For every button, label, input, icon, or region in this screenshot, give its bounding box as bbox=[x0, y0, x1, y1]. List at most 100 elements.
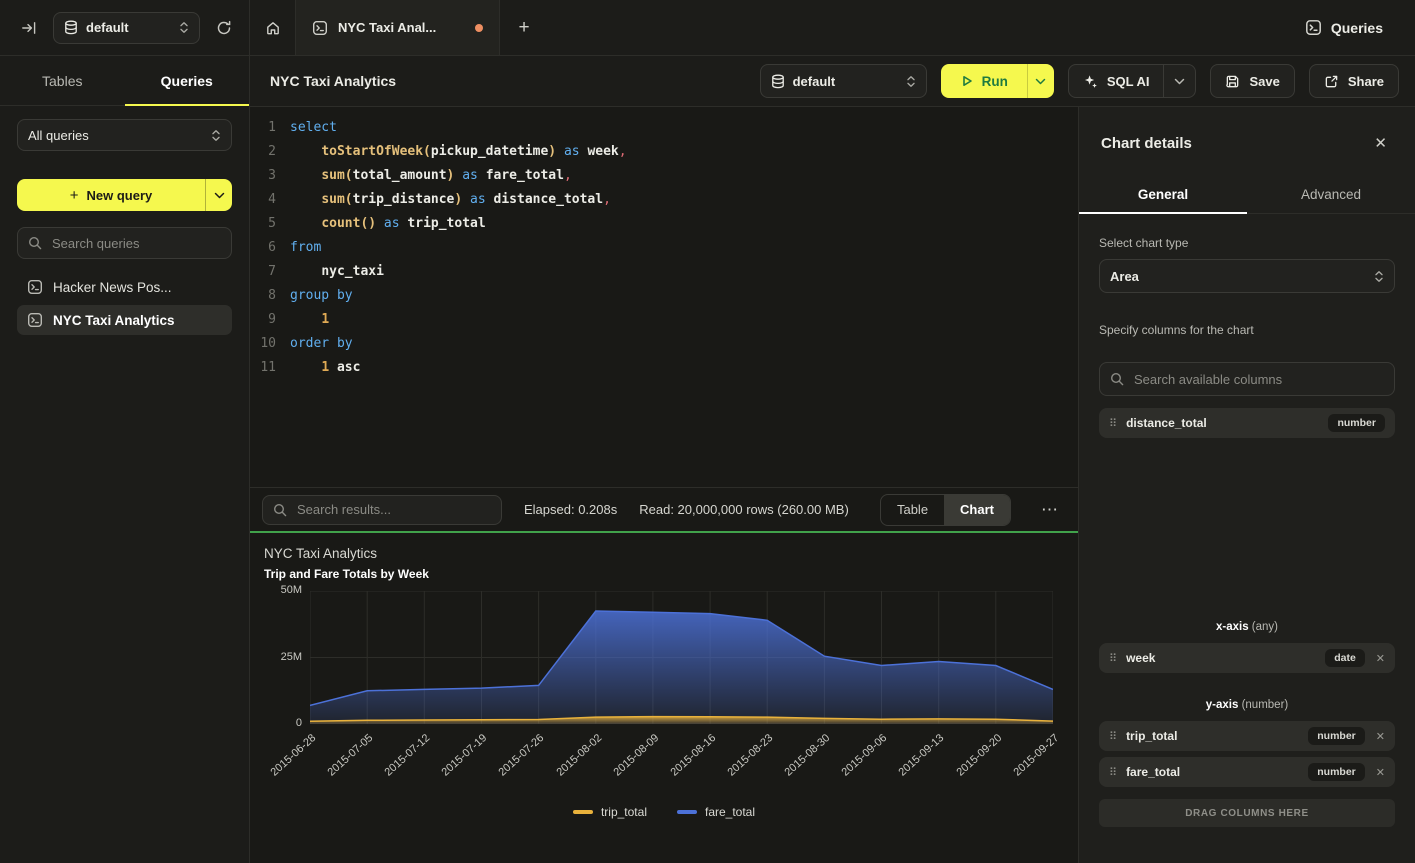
queries-icon bbox=[1305, 19, 1322, 36]
view-toggle-table[interactable]: Table bbox=[881, 495, 944, 525]
y-axis-label: y-axis (number) bbox=[1099, 699, 1395, 711]
topbar-database-selector[interactable]: default bbox=[53, 12, 200, 44]
results-search bbox=[262, 495, 502, 525]
results-search-input[interactable] bbox=[295, 501, 491, 518]
x-tick-label: 2015-08-02 bbox=[554, 732, 604, 779]
line-number: 7 bbox=[250, 260, 276, 284]
line-number: 4 bbox=[250, 188, 276, 212]
column-type-badge: date bbox=[1325, 649, 1365, 667]
sql-ai-dropdown-icon[interactable] bbox=[1163, 65, 1185, 97]
chart-type-select[interactable]: Area bbox=[1099, 259, 1395, 293]
sidebar-body: All queries + New query bbox=[0, 106, 249, 348]
home-tab[interactable] bbox=[250, 0, 296, 55]
legend-label: trip_total bbox=[601, 805, 647, 819]
x-tick-label: 2015-06-28 bbox=[268, 732, 318, 779]
refresh-icon[interactable] bbox=[213, 17, 235, 39]
query-item-label: NYC Taxi Analytics bbox=[53, 313, 175, 328]
share-button[interactable]: Share bbox=[1309, 64, 1399, 98]
tab-general[interactable]: General bbox=[1079, 175, 1247, 213]
line-number: 5 bbox=[250, 212, 276, 236]
new-query-split-button: + New query bbox=[17, 179, 232, 211]
column-chip-distance_total[interactable]: ⠿distance_totalnumber bbox=[1099, 408, 1395, 438]
run-button[interactable]: Run bbox=[941, 64, 1027, 98]
new-tab-button[interactable]: + bbox=[500, 0, 548, 55]
legend-label: fare_total bbox=[705, 805, 755, 819]
remove-column-icon[interactable]: ✕ bbox=[1376, 766, 1385, 779]
code-line: sum(total_amount) as fare_total, bbox=[290, 164, 1078, 188]
sidebar-tab-tables[interactable]: Tables bbox=[0, 56, 125, 105]
code-line: 1 bbox=[290, 308, 1078, 332]
x-tick-label: 2015-07-26 bbox=[497, 732, 547, 779]
x-tick-label: 2015-09-13 bbox=[897, 732, 947, 779]
search-icon bbox=[1110, 372, 1124, 386]
legend-item[interactable]: fare_total bbox=[677, 805, 755, 819]
code-line: toStartOfWeek(pickup_datetime) as week, bbox=[290, 140, 1078, 164]
chart-title: NYC Taxi Analytics bbox=[264, 546, 377, 561]
drag-handle-icon[interactable]: ⠿ bbox=[1109, 766, 1117, 779]
active-query-tab[interactable]: NYC Taxi Anal... bbox=[296, 0, 500, 55]
remove-column-icon[interactable]: ✕ bbox=[1376, 652, 1385, 665]
sql-ai-button[interactable]: SQL AI bbox=[1068, 64, 1197, 98]
query-list-item[interactable]: Hacker News Pos... bbox=[17, 272, 232, 302]
query-filter-select[interactable]: All queries bbox=[17, 119, 232, 151]
drag-handle-icon[interactable]: ⠿ bbox=[1109, 730, 1117, 743]
line-number: 8 bbox=[250, 284, 276, 308]
topbar-right: Queries bbox=[1273, 0, 1415, 55]
code-line: count() as trip_total bbox=[290, 212, 1078, 236]
run-dropdown[interactable] bbox=[1027, 64, 1054, 98]
close-icon[interactable]: ✕ bbox=[1368, 133, 1393, 153]
share-icon bbox=[1324, 74, 1339, 89]
sidebar-tabs: Tables Queries bbox=[0, 56, 249, 106]
drop-zone[interactable]: DRAG COLUMNS HERE bbox=[1099, 799, 1395, 827]
drag-handle-icon[interactable]: ⠿ bbox=[1109, 652, 1117, 665]
x-tick-label: 2015-08-09 bbox=[611, 732, 661, 779]
save-button[interactable]: Save bbox=[1210, 64, 1294, 98]
query-item-label: Hacker News Pos... bbox=[53, 280, 172, 295]
database-icon bbox=[64, 20, 78, 35]
y-axis-columns: ⠿trip_totalnumber✕⠿fare_totalnumber✕ bbox=[1099, 721, 1395, 787]
code-line: sum(trip_distance) as distance_total, bbox=[290, 188, 1078, 212]
line-number: 2 bbox=[250, 140, 276, 164]
new-query-button[interactable]: + New query bbox=[17, 179, 205, 211]
drag-handle-icon[interactable]: ⠿ bbox=[1109, 417, 1117, 430]
editor-code[interactable]: select toStartOfWeek(pickup_datetime) as… bbox=[290, 116, 1078, 487]
column-type-badge: number bbox=[1328, 414, 1385, 432]
legend-item[interactable]: trip_total bbox=[573, 805, 647, 819]
chart-details-panel: Chart details ✕ General Advanced Select … bbox=[1078, 107, 1415, 863]
collapse-sidebar-icon[interactable] bbox=[18, 17, 40, 39]
x-axis-group: x-axis (any) ⠿weekdate✕ bbox=[1099, 621, 1395, 673]
panel-tabs: General Advanced bbox=[1079, 175, 1415, 214]
chart-xaxis: 2015-06-282015-07-052015-07-122015-07-19… bbox=[310, 730, 1053, 808]
x-tick-label: 2015-09-06 bbox=[840, 732, 890, 779]
column-chip-fare_total[interactable]: ⠿fare_totalnumber✕ bbox=[1099, 757, 1395, 787]
chevrons-updown-icon bbox=[1374, 270, 1384, 283]
line-number: 1 bbox=[250, 116, 276, 140]
columns-search-input[interactable] bbox=[1132, 371, 1384, 388]
more-options-icon[interactable]: ⋯ bbox=[1033, 500, 1066, 520]
code-line: select bbox=[290, 116, 1078, 140]
sidebar-tab-queries[interactable]: Queries bbox=[125, 56, 250, 105]
main: NYC Taxi Analytics default Ru bbox=[250, 56, 1415, 863]
code-line: order by bbox=[290, 332, 1078, 356]
view-toggle: Table Chart bbox=[880, 494, 1011, 526]
column-name: fare_total bbox=[1126, 765, 1180, 779]
available-columns: ⠿distance_totalnumber bbox=[1099, 408, 1395, 438]
column-chip-trip_total[interactable]: ⠿trip_totalnumber✕ bbox=[1099, 721, 1395, 751]
content: 1234567891011 select toStartOfWeek(picku… bbox=[250, 107, 1415, 863]
tab-advanced[interactable]: Advanced bbox=[1247, 175, 1415, 213]
sparkles-icon bbox=[1083, 74, 1098, 89]
new-query-dropdown[interactable] bbox=[205, 179, 232, 211]
queries-button[interactable]: Queries bbox=[1299, 18, 1389, 37]
header-database-selector[interactable]: default bbox=[760, 64, 927, 98]
y-tick-label: 50M bbox=[254, 584, 302, 596]
sidebar-search-input[interactable] bbox=[50, 235, 221, 252]
sql-editor[interactable]: 1234567891011 select toStartOfWeek(picku… bbox=[250, 107, 1078, 487]
column-chip-week[interactable]: ⠿ week date ✕ bbox=[1099, 643, 1395, 673]
main-header: NYC Taxi Analytics default Ru bbox=[250, 56, 1415, 107]
remove-column-icon[interactable]: ✕ bbox=[1376, 730, 1385, 743]
column-name: week bbox=[1126, 651, 1155, 665]
plus-icon: + bbox=[70, 187, 79, 204]
query-list-item[interactable]: NYC Taxi Analytics bbox=[17, 305, 232, 335]
chart-type-label: Select chart type bbox=[1099, 236, 1395, 250]
view-toggle-chart[interactable]: Chart bbox=[944, 495, 1010, 525]
